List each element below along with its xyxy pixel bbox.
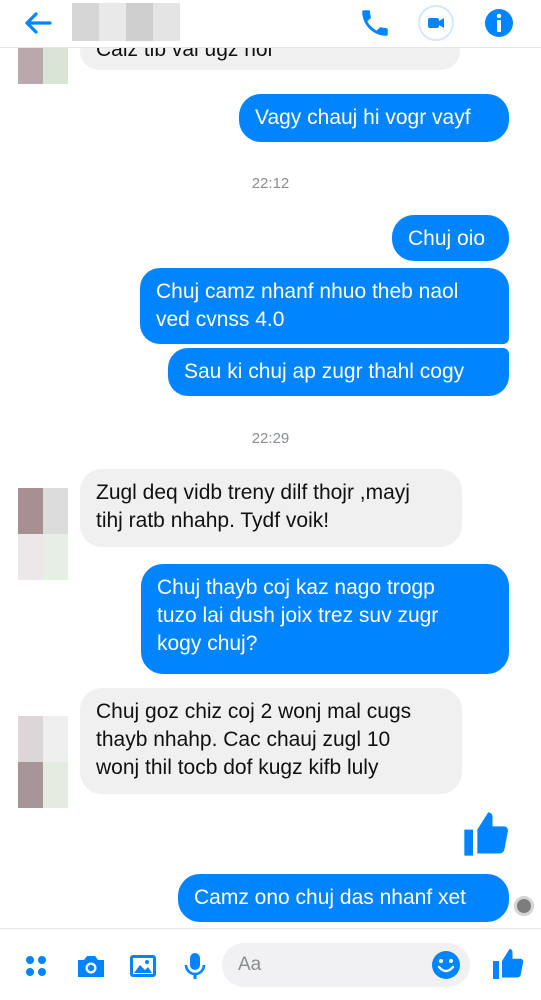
- message-text-line: Chuj camz nhanf nhuo theb naol: [156, 280, 459, 303]
- voice-button[interactable]: [178, 949, 212, 983]
- message-text-line: ved cvnss 4.0: [156, 308, 285, 331]
- more-actions-button[interactable]: [20, 949, 54, 983]
- message-thread[interactable]: Caiz tib vai ugz noi Vagy chauj hi vogr …: [0, 48, 541, 928]
- outgoing-message[interactable]: Chuj camz nhanf nhuo theb naol ved cvnss…: [140, 268, 509, 344]
- video-camera-icon: [428, 18, 444, 28]
- conversation-header: [0, 0, 541, 48]
- phone-icon: [362, 10, 388, 36]
- message-text-line: tihj ratb nhahp. Tydf voik!: [96, 509, 330, 532]
- info-button[interactable]: [482, 6, 516, 40]
- timestamp: 22:29: [251, 430, 290, 447]
- like-button[interactable]: [490, 946, 524, 980]
- back-button[interactable]: [22, 7, 54, 39]
- image-icon: [130, 955, 156, 977]
- sender-avatar: [18, 716, 68, 808]
- smiley-icon: [432, 951, 460, 979]
- message-text: Sau ki chuj ap zugr thahl cogy: [184, 360, 465, 383]
- message-composer: [0, 928, 541, 1000]
- thumbs-up-icon: [493, 949, 524, 979]
- video-call-button[interactable]: [418, 5, 454, 41]
- outgoing-message[interactable]: Chuj thayb coj kaz nago trogp tuzo lai d…: [141, 564, 509, 674]
- info-icon: [485, 9, 513, 37]
- contact-avatar[interactable]: [72, 3, 180, 41]
- outgoing-message[interactable]: Chuj oio: [392, 215, 509, 261]
- arrow-left-icon: [25, 12, 52, 34]
- message-text: Caiz tib vai ugz noi: [96, 48, 273, 61]
- camera-icon: [78, 956, 104, 977]
- gallery-button[interactable]: [126, 949, 160, 983]
- emoji-button[interactable]: [429, 948, 463, 982]
- message-text-line: Chuj thayb coj kaz nago trogp: [157, 576, 435, 599]
- microphone-icon: [184, 953, 206, 979]
- message-text-line: Chuj goz chiz coj 2 wonj mal cugs: [96, 700, 412, 723]
- message-text: Camz ono chuj das nhanf xet: [194, 886, 466, 909]
- incoming-message[interactable]: Caiz tib vai ugz noi: [80, 48, 460, 70]
- message-text-line: Zugl deq vidb treny dilf thojr ,mayj: [96, 481, 410, 504]
- message-text-line: tuzo lai dush joix trez suv zugr: [157, 604, 439, 627]
- thumbs-up-icon: [464, 812, 508, 856]
- message-text-line: thayb nhahp. Cac chauj zugl 10: [96, 728, 391, 751]
- sent-like-sticker[interactable]: [460, 808, 512, 860]
- outgoing-message[interactable]: Vagy chauj hi vogr vayf: [239, 94, 509, 142]
- sender-avatar: [18, 48, 68, 84]
- sender-avatar: [18, 488, 68, 580]
- incoming-message[interactable]: Zugl deq vidb treny dilf thojr ,mayj tih…: [80, 469, 462, 547]
- message-text: Chuj oio: [408, 227, 486, 250]
- message-text-line: wonj thil tocb dof kugz kifb luly: [96, 756, 379, 779]
- camera-button[interactable]: [74, 949, 108, 983]
- outgoing-message[interactable]: Sau ki chuj ap zugr thahl cogy: [168, 348, 509, 396]
- message-text-line: kogy chuj?: [157, 632, 258, 655]
- message-text: Vagy chauj hi vogr vayf: [255, 106, 471, 129]
- seen-indicator-avatar: [514, 896, 534, 916]
- timestamp: 22:12: [251, 175, 290, 192]
- outgoing-message[interactable]: Camz ono chuj das nhanf xet: [178, 874, 509, 922]
- grid-dots-icon: [26, 956, 46, 976]
- call-button[interactable]: [358, 6, 392, 40]
- incoming-message[interactable]: Chuj goz chiz coj 2 wonj mal cugs thayb …: [80, 688, 462, 794]
